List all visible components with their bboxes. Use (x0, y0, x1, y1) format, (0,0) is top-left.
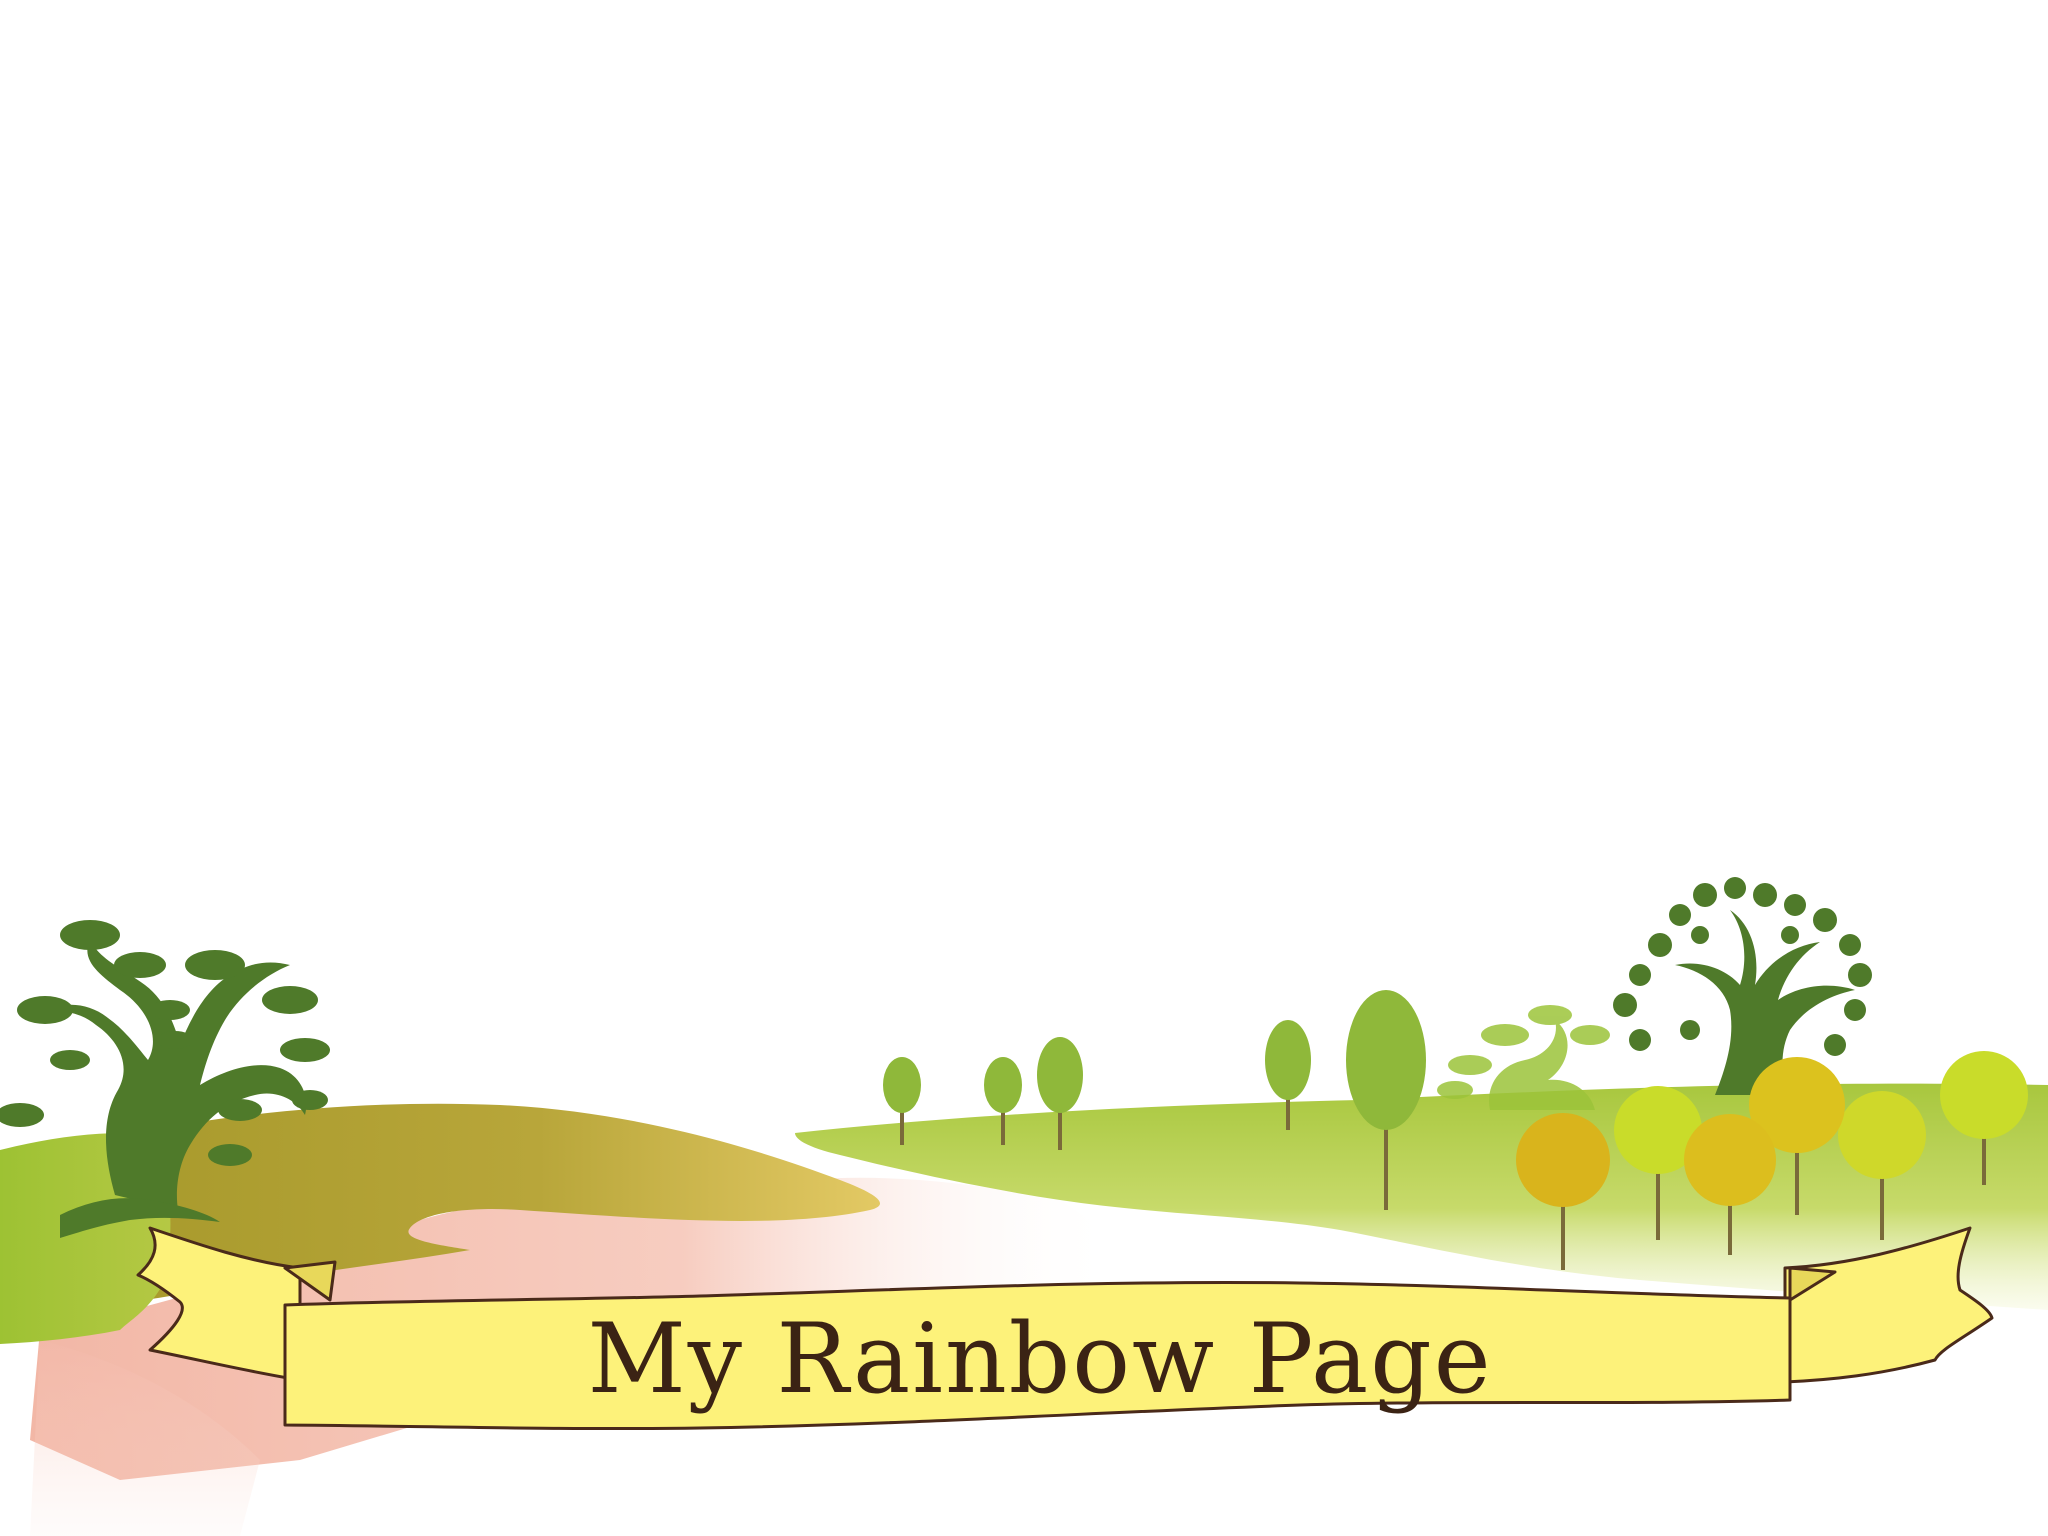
light-bonsai-tree-icon (1437, 1005, 1610, 1110)
landscape-scene: My Rainbow Page (0, 877, 2048, 1536)
leafy-oak-tree-icon (1613, 877, 1872, 1095)
page-title: My Rainbow Page (587, 1303, 1492, 1415)
